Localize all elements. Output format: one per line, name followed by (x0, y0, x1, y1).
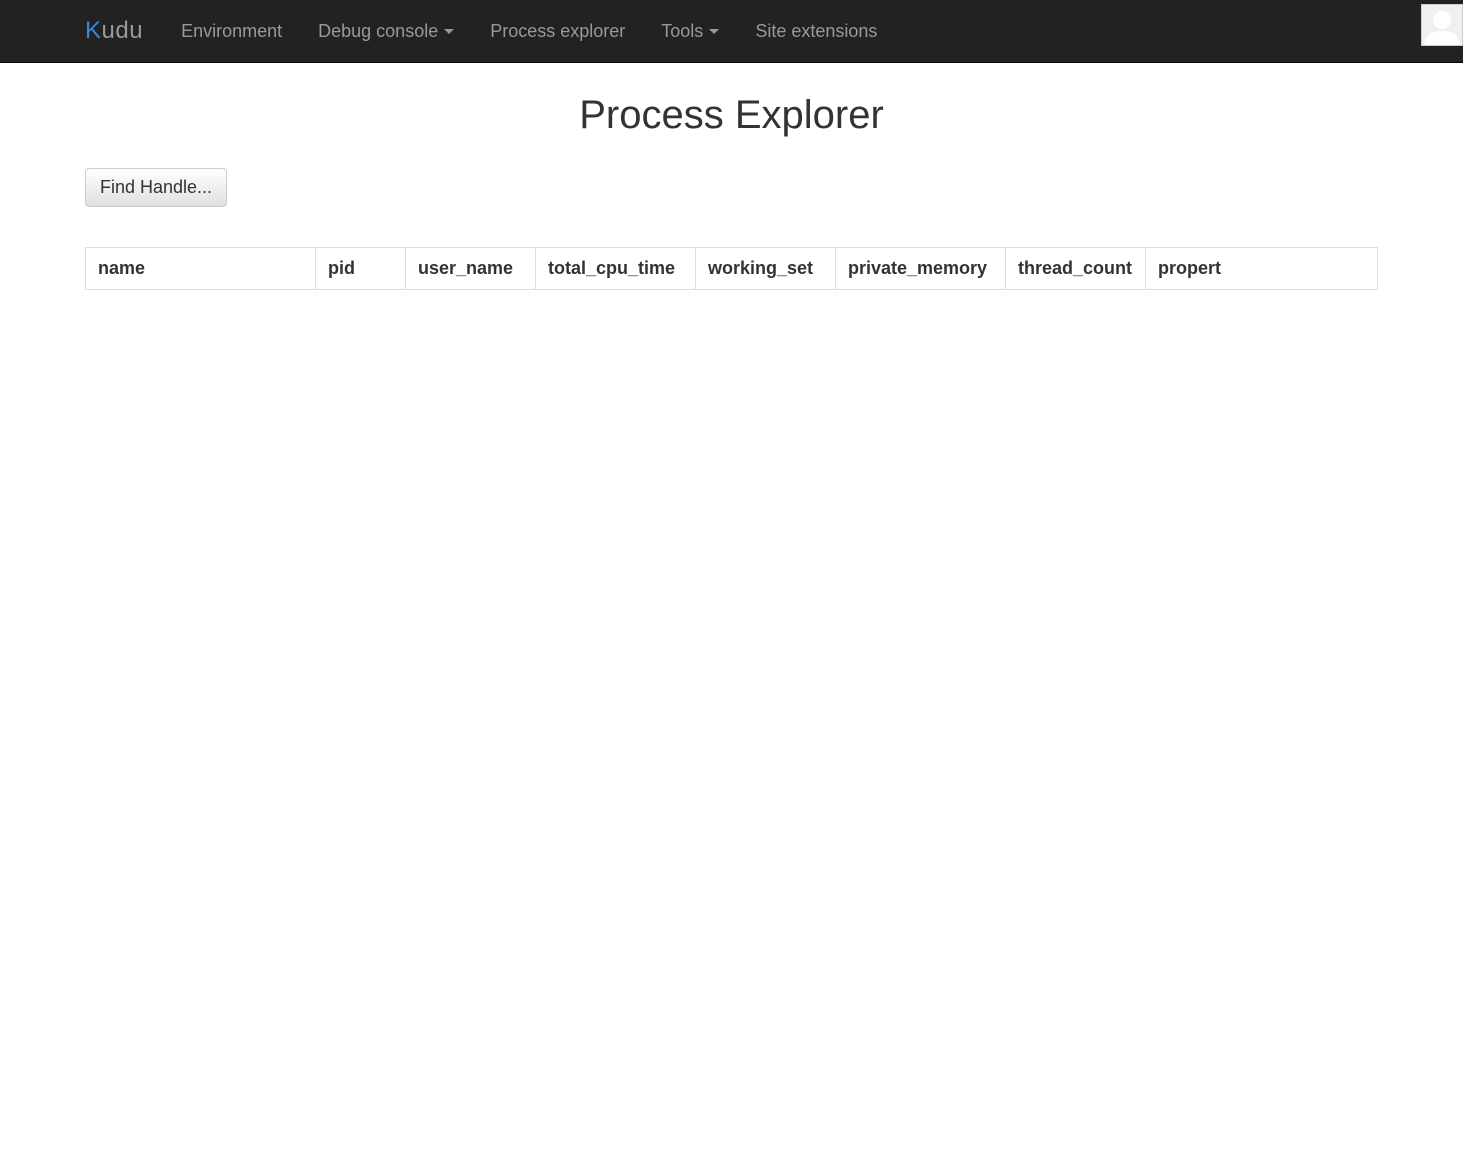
column-thread-count: thread_count (1006, 248, 1146, 290)
nav-site-extensions-label: Site extensions (755, 21, 877, 42)
nav-debug-console-label: Debug console (318, 21, 438, 42)
nav-tools[interactable]: Tools (643, 1, 737, 62)
page-title: Process Explorer (85, 93, 1378, 138)
column-user-name: user_name (406, 248, 536, 290)
chevron-down-icon (709, 29, 719, 34)
column-name: name (86, 248, 316, 290)
brand-rest: udu (102, 17, 144, 45)
column-working-set: working_set (696, 248, 836, 290)
process-table-wrapper: name pid user_name total_cpu_time workin… (85, 247, 1378, 290)
column-total-cpu-time: total_cpu_time (536, 248, 696, 290)
brand-first-letter: K (85, 17, 102, 45)
chevron-down-icon (444, 29, 454, 34)
nav-environment[interactable]: Environment (163, 1, 300, 62)
nav-environment-label: Environment (181, 21, 282, 42)
nav-debug-console[interactable]: Debug console (300, 1, 472, 62)
column-properties: propert (1146, 248, 1378, 290)
table-header-row: name pid user_name total_cpu_time workin… (86, 248, 1378, 290)
brand-link[interactable]: Kudu (85, 17, 163, 45)
top-navbar: Kudu Environment Debug console Process e… (0, 0, 1463, 63)
column-private-memory: private_memory (836, 248, 1006, 290)
nav-left: Kudu Environment Debug console Process e… (0, 1, 895, 62)
column-pid: pid (316, 248, 406, 290)
person-icon (1422, 5, 1462, 45)
nav-site-extensions[interactable]: Site extensions (737, 1, 895, 62)
main-container: Process Explorer Find Handle... name pid… (0, 63, 1463, 290)
user-avatar[interactable] (1421, 4, 1463, 46)
find-handle-button[interactable]: Find Handle... (85, 168, 227, 207)
process-table: name pid user_name total_cpu_time workin… (85, 247, 1378, 290)
nav-process-explorer[interactable]: Process explorer (472, 1, 643, 62)
nav-tools-label: Tools (661, 21, 703, 42)
nav-process-explorer-label: Process explorer (490, 21, 625, 42)
